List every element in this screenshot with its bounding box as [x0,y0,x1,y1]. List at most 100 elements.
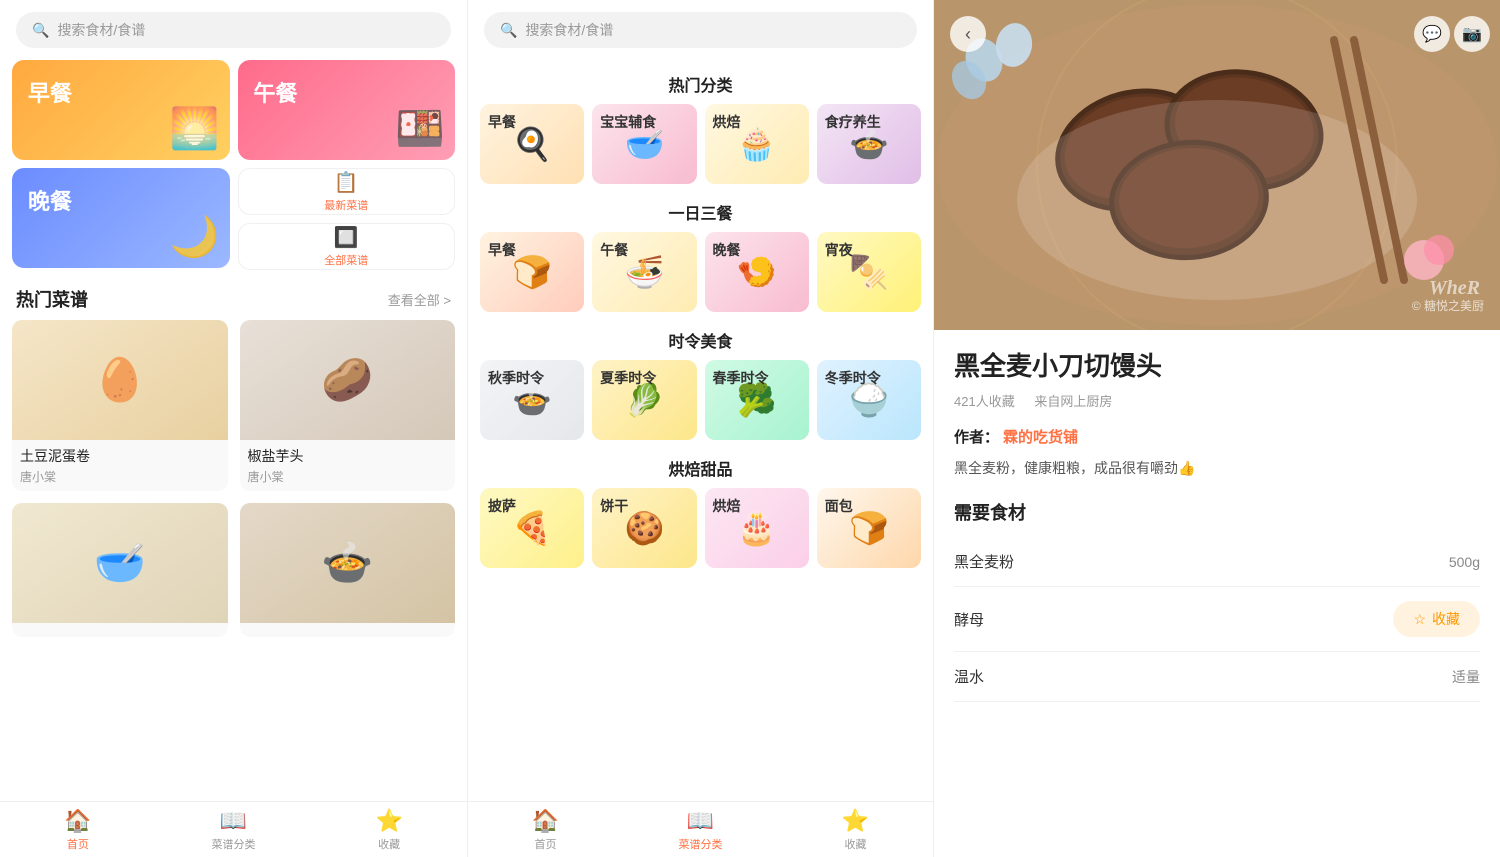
collect-button[interactable]: ☆ 收藏 [1393,601,1480,637]
three-meals-grid: 早餐 🍞 午餐 🍜 晚餐 🍤 宵夜 🍢 [468,232,933,312]
breakfast-label: 早餐 [28,76,72,108]
left-nav-favorites[interactable]: ⭐ 收藏 [311,802,467,857]
recipe-description: 黑全麦粉，健康粗粮，成品很有嚼劲👍 [954,457,1480,479]
three-meals-section: 一日三餐 早餐 🍞 午餐 🍜 晚餐 🍤 宵夜 🍢 [468,188,933,312]
cat-label-bread: 面包 [825,496,853,516]
cat-label-pizza: 披萨 [488,496,516,516]
recipe-detail-content: 黑全麦小刀切馒头 421人收藏 来自网上厨房 作者： 霖的吃货铺 黑全麦粉，健康… [934,330,1500,857]
dinner-icon: 🌙 [170,213,220,260]
ingredient-row-2: 酵母 ☆ 收藏 [954,587,1480,652]
left-category-icon: 📖 [220,808,247,834]
cat-item-health[interactable]: 食疗养生 🍲 [817,104,921,184]
left-search-bar[interactable]: 🔍 搜索食材/食谱 [16,12,451,48]
see-all-link[interactable]: 查看全部 > [388,290,451,309]
all-recipes-card[interactable]: 🔲 全部菜谱 [238,223,456,270]
wechat-share-button[interactable]: 💬 [1414,16,1450,52]
cat-item-autumn[interactable]: 秋季时令 🍲 [480,360,584,440]
lunch-card[interactable]: 午餐 🍱 [238,60,456,160]
middle-nav-favorites[interactable]: ⭐ 收藏 [778,802,933,857]
cat-item-n[interactable]: 宵夜 🍢 [817,232,921,312]
collect-star-icon: ☆ [1413,611,1426,628]
collect-label: 收藏 [1432,609,1460,629]
cat-item-bread[interactable]: 面包 🍞 [817,488,921,568]
ingredient-amount-3: 适量 [1452,667,1480,687]
recipe-img-1: 🥚 [12,320,228,440]
bread-svg [934,0,1500,330]
recipe-card-2[interactable]: 🥔 椒盐芋头 唐小棠 [240,320,456,491]
lunch-icon: 🍱 [395,105,445,152]
middle-nav-home[interactable]: 🏠 首页 [468,802,623,857]
ingredient-name-1: 黑全麦粉 [954,551,1014,572]
author-name: 霖的吃货铺 [1003,426,1078,447]
cat-item-hongbei[interactable]: 烘焙 🧁 [705,104,809,184]
cat-item-l[interactable]: 午餐 🍜 [592,232,696,312]
recipe-img-2: 🥔 [240,320,456,440]
left-nav-category[interactable]: 📖 菜谱分类 [156,802,312,857]
cat-label-summer: 夏季时令 [600,368,656,388]
left-favorites-label: 收藏 [378,836,400,852]
seasonal-grid: 秋季时令 🍲 夏季时令 🥬 春季时令 🥦 冬季时令 🍚 [468,360,933,440]
middle-home-icon: 🏠 [532,808,559,834]
ingredient-row-1: 黑全麦粉 500g [954,537,1480,587]
middle-bottom-nav: 🏠 首页 📖 菜谱分类 ⭐ 收藏 [468,801,933,857]
baking-section: 烘焙甜品 披萨 🍕 饼干 🍪 烘焙 🎂 面包 🍞 [468,444,933,568]
cat-item-cookie[interactable]: 饼干 🍪 [592,488,696,568]
cat-label-zaocan: 早餐 [488,112,516,132]
recipe-img-3: 🥣 [12,503,228,623]
cat-item-baobao[interactable]: 宝宝辅食 🥣 [592,104,696,184]
author-label: 作者： [954,426,999,447]
three-meals-title: 一日三餐 [468,188,933,232]
cat-item-spring[interactable]: 春季时令 🥦 [705,360,809,440]
popular-section-header: 热门菜谱 查看全部 > [0,278,467,320]
cat-label-b: 早餐 [488,240,516,260]
dinner-card[interactable]: 晚餐 🌙 [12,168,230,268]
camera-share-button[interactable]: 📷 [1454,16,1490,52]
ingredient-row-3: 温水 适量 [954,652,1480,702]
cat-item-summer[interactable]: 夏季时令 🥬 [592,360,696,440]
recipe-source: 来自网上厨房 [1034,394,1112,409]
cat-item-pizza[interactable]: 披萨 🍕 [480,488,584,568]
new-recipes-card[interactable]: 📋 最新菜谱 [238,168,456,215]
recipe-detail-image: ‹ 💬 📷 © 糖悦之美厨 WheR [934,0,1500,330]
cat-label-baobao: 宝宝辅食 [600,112,656,132]
left-panel: 🔍 搜索食材/食谱 早餐 🌅 午餐 🍱 晚餐 🌙 📋 最新菜谱 🔲 全部 [0,0,467,857]
recipe-card-3[interactable]: 🥣 [12,503,228,637]
middle-favorites-label: 收藏 [845,836,867,852]
middle-category-label: 菜谱分类 [679,836,723,852]
middle-favorites-icon: ⭐ [842,808,869,834]
cat-item-b[interactable]: 早餐 🍞 [480,232,584,312]
recipe-card-4[interactable]: 🍲 [240,503,456,637]
favorites-count: 421人收藏 [954,394,1015,409]
cat-label-cake: 烘焙 [713,496,741,516]
middle-search-text: 搜索食材/食谱 [525,20,613,40]
recipe-author-1: 唐小棠 [20,468,220,485]
back-button[interactable]: ‹ [950,16,986,52]
middle-search-bar[interactable]: 🔍 搜索食材/食谱 [484,12,917,48]
recipe-info-4 [240,623,456,637]
lunch-label: 午餐 [254,76,298,108]
breakfast-card[interactable]: 早餐 🌅 [12,60,230,160]
recipe-info-2: 椒盐芋头 唐小棠 [240,440,456,491]
recipe-author-2: 唐小棠 [248,468,448,485]
recipe-name-2: 椒盐芋头 [248,446,448,466]
cat-label-l: 午餐 [600,240,628,260]
baking-title: 烘焙甜品 [468,444,933,488]
cat-label-autumn: 秋季时令 [488,368,544,388]
cat-label-winter: 冬季时令 [825,368,881,388]
recipe-card-1[interactable]: 🥚 土豆泥蛋卷 唐小棠 [12,320,228,491]
recipe-meta: 421人收藏 来自网上厨房 [954,391,1480,410]
recipe-info-3 [12,623,228,637]
cat-item-cake[interactable]: 烘焙 🎂 [705,488,809,568]
wher-watermark: WheR [1429,277,1480,300]
breakfast-icon: 🌅 [170,105,220,152]
cat-item-winter[interactable]: 冬季时令 🍚 [817,360,921,440]
cat-item-zaocan[interactable]: 早餐 🍳 [480,104,584,184]
middle-search-icon: 🔍 [500,22,517,39]
small-cards-container: 📋 最新菜谱 🔲 全部菜谱 [238,168,456,270]
author-row: 作者： 霖的吃货铺 [954,426,1480,447]
ingredient-name-3: 温水 [954,666,984,687]
middle-scroll: 热门分类 早餐 🍳 宝宝辅食 🥣 烘焙 🧁 食疗养生 🍲 [468,60,933,857]
left-nav-home[interactable]: 🏠 首页 [0,802,156,857]
cat-item-d[interactable]: 晚餐 🍤 [705,232,809,312]
middle-nav-category[interactable]: 📖 菜谱分类 [623,802,778,857]
